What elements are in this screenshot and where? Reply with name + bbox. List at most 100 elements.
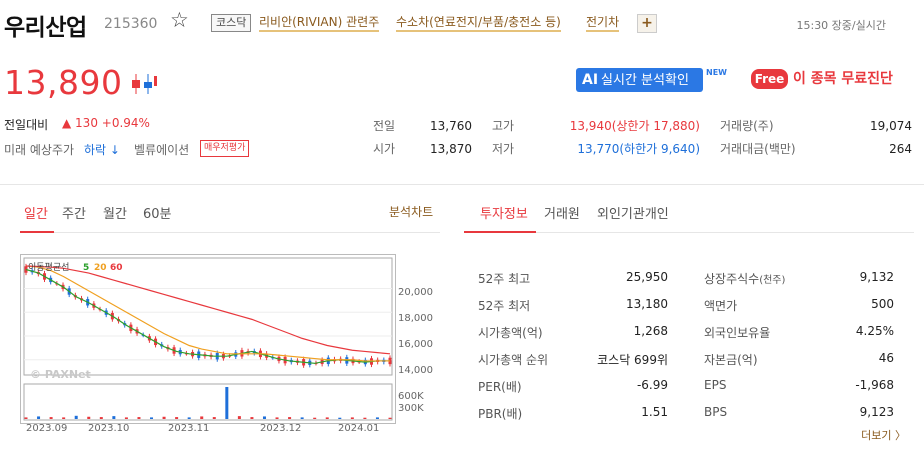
volume-bar [313, 417, 317, 419]
tab-60min[interactable]: 60분 [143, 203, 172, 222]
forecast-value[interactable]: 하락 ↓ [84, 141, 120, 158]
info-label-main: 자본금(억) [704, 353, 758, 367]
free-badge[interactable]: Free [751, 69, 788, 89]
volume-bar [124, 417, 128, 419]
info-label: PBR(배) [478, 407, 523, 421]
info-value: 500 [871, 297, 894, 311]
volume-bar [162, 416, 166, 419]
info-label: 시가총액(억) [478, 326, 543, 340]
info-value: 25,950 [626, 270, 668, 284]
info-value: 1.51 [641, 405, 668, 419]
volume-bar [175, 417, 179, 419]
forecast-label: 미래 예상주가 [4, 143, 75, 157]
analysis-chart-link[interactable]: 분석차트 [389, 203, 433, 220]
x-label-2023-12: 2023.12 [260, 423, 302, 434]
info-label: 외국인보유율 [704, 324, 770, 341]
volume-bar [350, 417, 354, 419]
ai-label: 실시간 분석확인 [601, 73, 689, 88]
vol-tick-300k: 300K [398, 403, 424, 414]
tab-investor-types[interactable]: 외인기관개인 [597, 203, 669, 222]
watermark-text: PAXNet [45, 368, 91, 381]
volume-bar [250, 417, 254, 419]
valuation-label: 벨류에이션 [134, 143, 190, 157]
volume-bar [288, 417, 292, 419]
volume-bar [137, 417, 141, 419]
theme-link-rivian[interactable]: 리비안(RIVIAN) 관련주 [259, 14, 380, 32]
high-label: 고가 [492, 119, 515, 133]
tab-monthly[interactable]: 월간 [103, 203, 127, 222]
ma-legend-20: 20 [94, 263, 107, 273]
valuation-badge[interactable]: 매우저평가 [200, 140, 250, 157]
open-value: 13,870 [430, 142, 472, 156]
volume-bar [150, 417, 154, 419]
info-value: 13,180 [626, 297, 668, 311]
ai-prefix: AI [582, 72, 599, 88]
more-link[interactable]: 더보기 〉 [861, 427, 906, 443]
market-tag: 코스닥 [211, 14, 252, 32]
volume-bar [237, 416, 241, 419]
theme-link-ev[interactable]: 전기차 [586, 14, 620, 32]
ai-analysis-button[interactable]: AI 실시간 분석확인 [576, 68, 703, 92]
section-divider [0, 184, 924, 185]
prev-close-value: 13,760 [430, 119, 472, 133]
tab-weekly[interactable]: 주간 [62, 203, 86, 222]
info-label: 시가총액 순위 [478, 353, 549, 367]
y-tick-18000: 18,000 [398, 313, 433, 324]
y-tick-14000: 14,000 [398, 365, 433, 376]
add-theme-button[interactable]: + [637, 14, 657, 33]
tab-daily[interactable]: 일간 [24, 203, 48, 222]
volume-bar [225, 387, 229, 419]
volume-bar [24, 417, 28, 419]
chart-tab-divider [20, 232, 440, 233]
chart-tab-underline [20, 231, 54, 233]
tab-brokers[interactable]: 거래원 [544, 203, 580, 222]
price-chart[interactable]: 이동평균선 5 20 60 © PAXNet [20, 254, 396, 424]
change-label: 전일대비 [4, 118, 49, 132]
info-value: -6.99 [636, 378, 668, 392]
volume-bar [87, 416, 91, 419]
info-label: EPS [704, 378, 726, 392]
info-label-main: 액면가 [704, 299, 738, 313]
low-value: 13,770(하한가 9,640) [577, 142, 700, 156]
free-diagnosis-link[interactable]: 이 종목 무료진단 [793, 69, 893, 89]
info-label: 상장주식수(천주) [704, 270, 785, 287]
volume-bar [49, 417, 53, 419]
change-value: ▲ 130 +0.94% [62, 116, 150, 130]
info-value: 46 [878, 351, 894, 365]
volume-bar [325, 417, 329, 419]
volume-bar [187, 417, 191, 419]
low-label: 저가 [492, 142, 515, 156]
info-label-sub: (천주) [759, 275, 786, 286]
info-tab-underline [464, 231, 536, 233]
info-value: 코스닥 699위 [597, 353, 668, 367]
amount-value: 264 [889, 142, 912, 156]
volume-bar [62, 417, 66, 419]
prev-close-label: 전일 [373, 119, 396, 133]
info-label-main: EPS [704, 378, 727, 392]
volume-bar [300, 417, 304, 419]
favorite-star-icon[interactable]: ☆ [170, 10, 189, 31]
info-label: 52주 최고 [478, 272, 531, 286]
amount-label: 거래대금(백만) [720, 142, 796, 156]
theme-link-hydrogen-car[interactable]: 수소차(연료전지/부품/충전소 등) [396, 14, 561, 32]
timestamp: 15:30 장중/실시간 [796, 19, 886, 32]
info-value: -1,968 [855, 378, 894, 392]
open-label: 시가 [373, 142, 396, 156]
info-value: 1,268 [633, 324, 668, 338]
y-tick-16000: 16,000 [398, 339, 433, 350]
info-value: 9,132 [859, 270, 894, 284]
tab-investment-info[interactable]: 투자정보 [480, 203, 528, 222]
info-label: 자본금(억) [704, 351, 758, 368]
volume-bar [37, 416, 41, 419]
current-price: 13,890 [4, 63, 123, 102]
x-label-2023-11: 2023.11 [168, 423, 210, 434]
ma-legend-60: 60 [110, 263, 123, 273]
high-value: 13,940(상한가 17,880) [569, 119, 700, 133]
volume-bar [375, 417, 379, 419]
watermark: © PAXNet [30, 368, 91, 381]
volume-bar [388, 417, 392, 419]
volume-bar [74, 415, 78, 419]
ma-legend-label: 이동평균선 [28, 262, 69, 273]
stock-name: 우리산업 [4, 15, 87, 41]
volume-bar [212, 417, 216, 419]
